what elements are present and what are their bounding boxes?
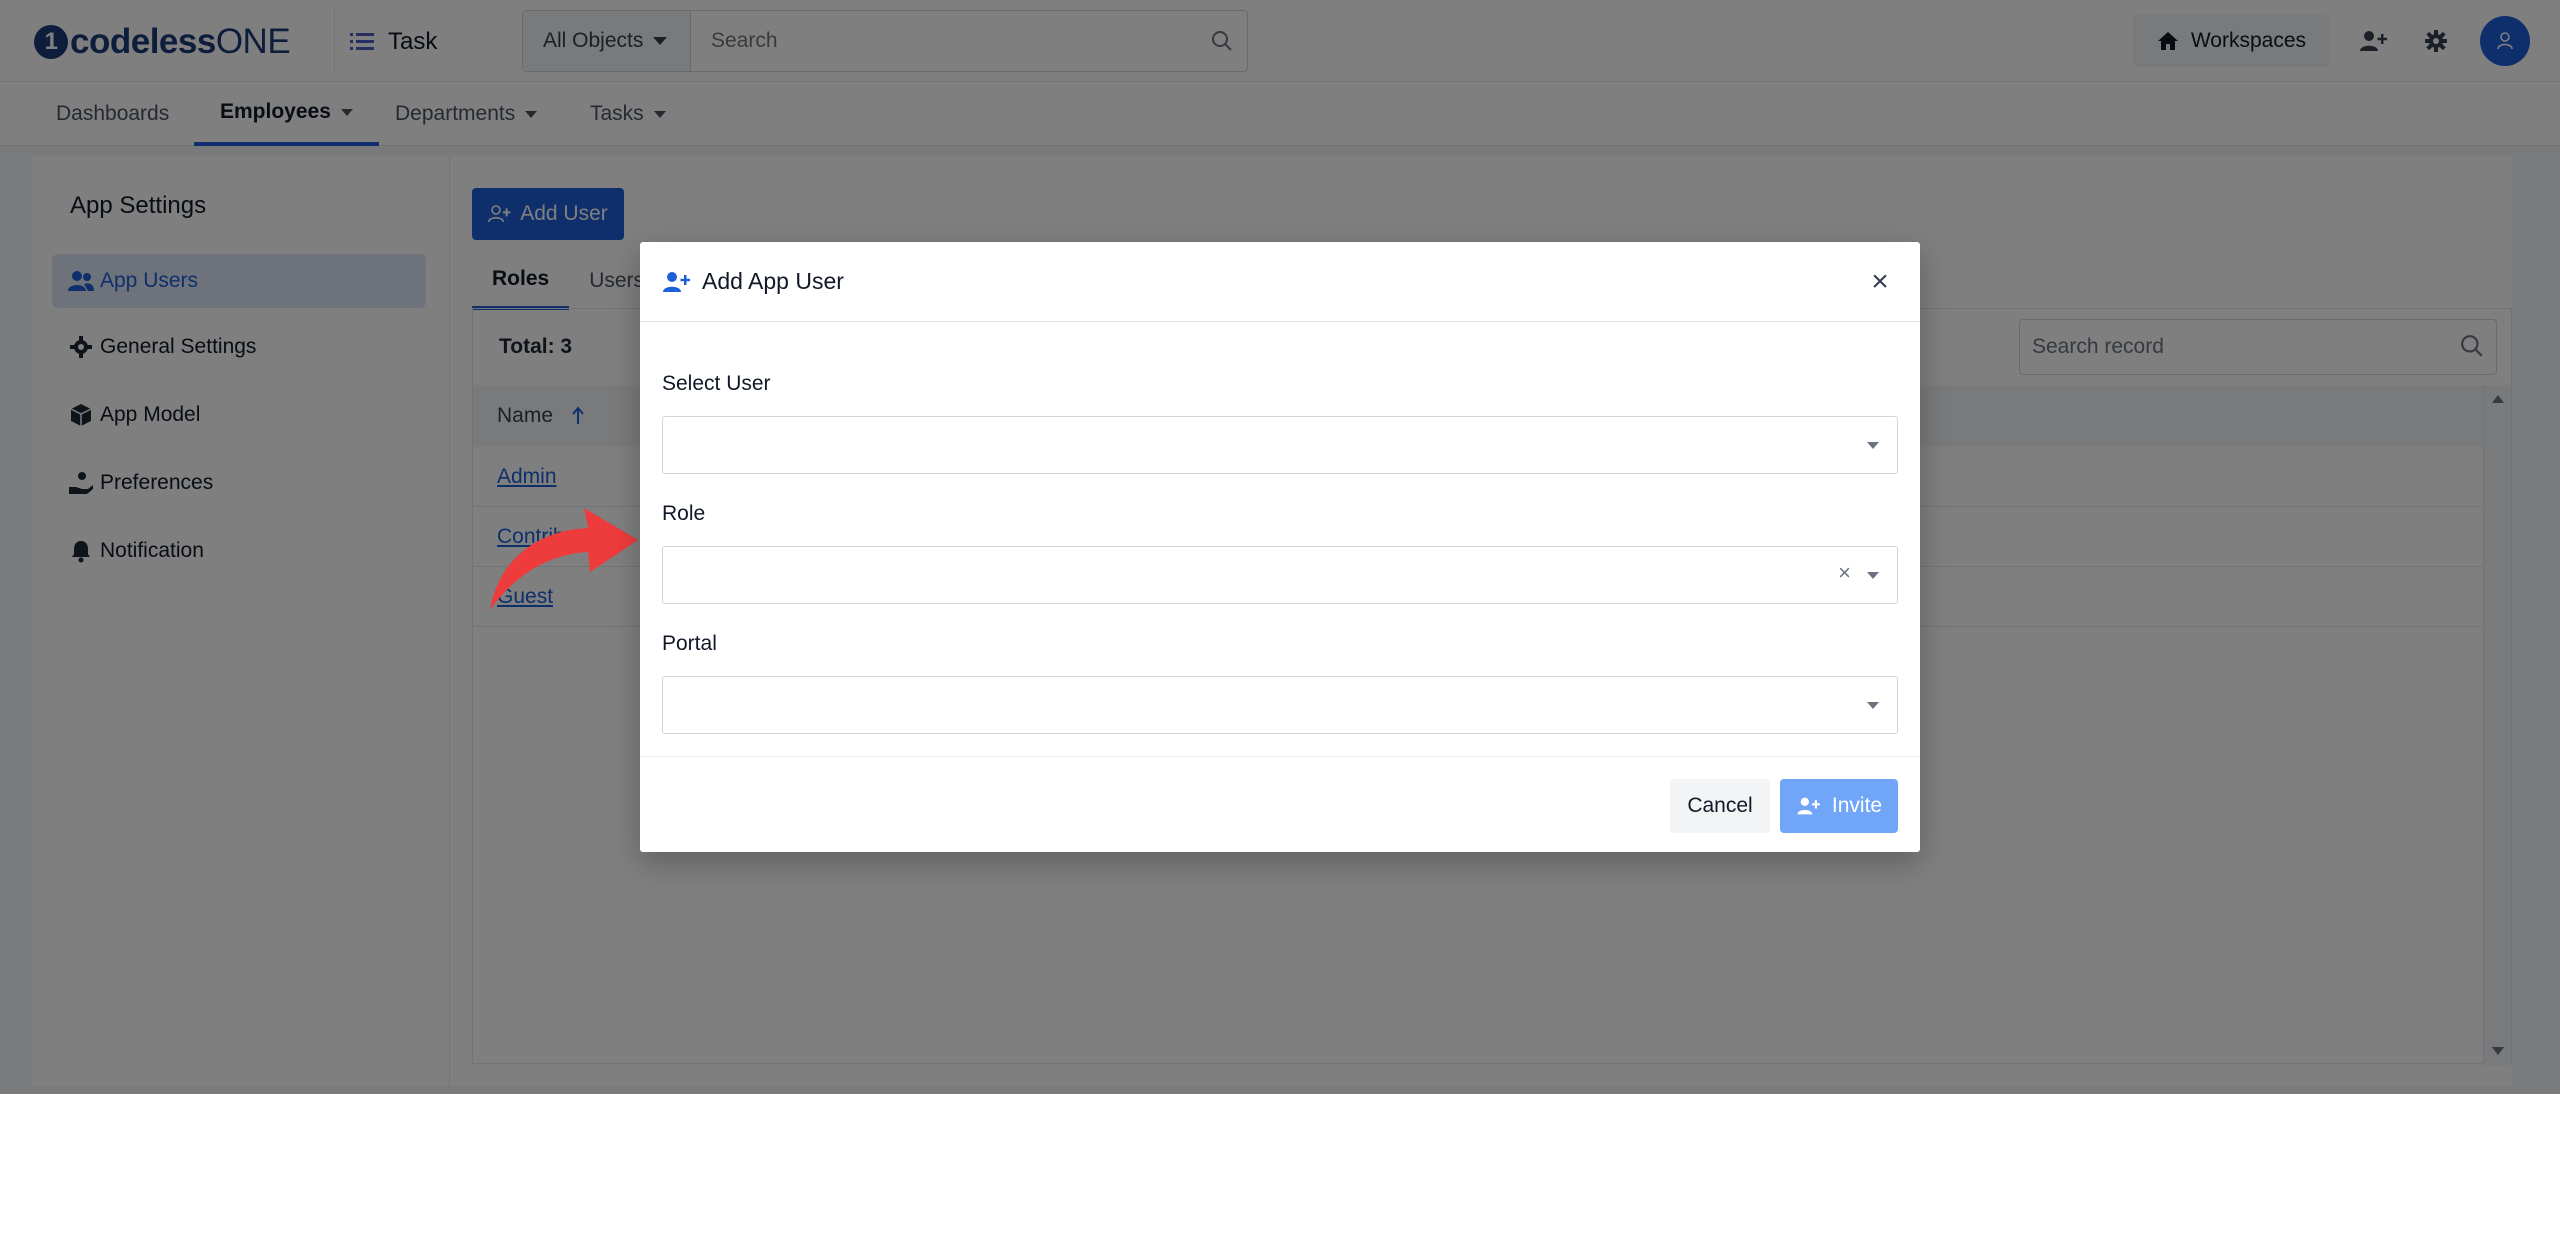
app-window: 1 codelessONE Task All Objects Workspace…	[0, 0, 2560, 1094]
select-user-dropdown[interactable]	[662, 416, 1898, 474]
portal-label: Portal	[662, 632, 717, 655]
dialog-header: Add App User ×	[640, 242, 1920, 322]
invite-label: Invite	[1831, 794, 1883, 817]
annotation-arrow-icon	[490, 508, 638, 610]
close-icon[interactable]: ×	[1862, 264, 1898, 300]
add-user-icon	[663, 271, 690, 292]
role-label: Role	[662, 502, 706, 525]
dialog-footer: Cancel Invite	[640, 756, 1920, 852]
cancel-button[interactable]: Cancel	[1670, 779, 1770, 833]
cancel-label: Cancel	[1687, 794, 1753, 817]
portal-dropdown[interactable]	[662, 676, 1898, 734]
chevron-down-icon	[1867, 572, 1879, 579]
add-app-user-dialog: Add App User × Select User Role × Portal…	[640, 242, 1920, 852]
invite-button[interactable]: Invite	[1780, 779, 1898, 833]
select-user-label: Select User	[662, 372, 771, 395]
chevron-down-icon	[1867, 702, 1879, 709]
role-dropdown[interactable]: ×	[662, 546, 1898, 604]
chevron-down-icon	[1867, 442, 1879, 449]
add-user-icon	[1797, 797, 1820, 815]
dialog-title: Add App User	[702, 268, 844, 294]
clear-icon[interactable]: ×	[1838, 560, 1851, 586]
